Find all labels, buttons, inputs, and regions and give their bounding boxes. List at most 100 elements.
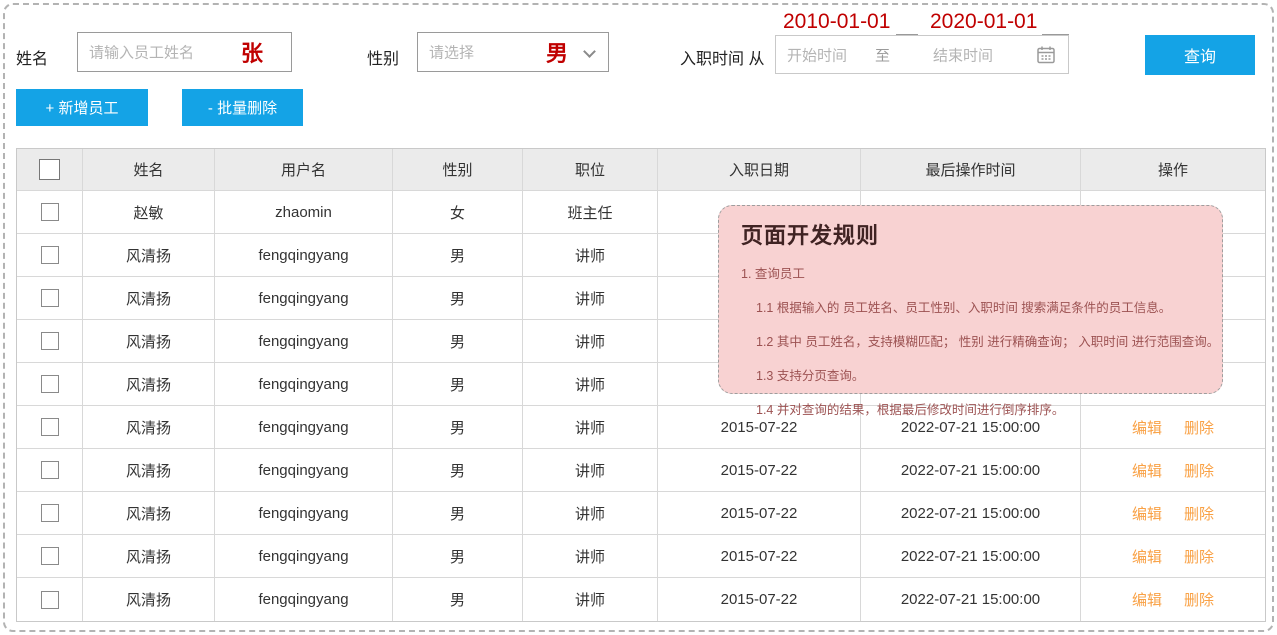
cell-username: zhaomin <box>215 191 393 234</box>
cell-position: 班主任 <box>523 191 658 234</box>
row-checkbox[interactable] <box>40 246 59 264</box>
cell-position: 讲师 <box>523 535 658 578</box>
delete-link[interactable]: 删除 <box>1184 417 1214 438</box>
select-all-checkbox[interactable] <box>39 159 60 180</box>
edit-link[interactable]: 编辑 <box>1132 546 1162 567</box>
cell-hire_date: 2015-07-22 <box>658 578 861 621</box>
name-input[interactable]: 请输入员工姓名 张 <box>77 32 292 72</box>
table-row: 风清扬 fengqingyang 男讲师 2015-07-22 2022-07-21 1… <box>17 449 1265 492</box>
chevron-down-icon <box>583 45 596 58</box>
cell-hire_date: 2015-07-22 <box>658 535 861 578</box>
cell-checkbox <box>17 277 83 320</box>
delete-link[interactable]: 删除 <box>1184 546 1214 567</box>
cell-actions: 编辑 删除 <box>1081 492 1265 535</box>
edit-link[interactable]: 编辑 <box>1132 503 1162 524</box>
gender-select-placeholder: 请选择 <box>429 44 475 62</box>
header-cell: 姓名 <box>83 149 215 191</box>
edit-link[interactable]: 编辑 <box>1132 460 1162 481</box>
cell-position: 讲师 <box>523 363 658 406</box>
hire-date-field-label: 入职时间 从 <box>680 51 765 68</box>
dev-rules-title: 页面开发规则 <box>741 223 880 248</box>
cell-hire_date: 2015-07-22 <box>658 492 861 535</box>
add-employee-button[interactable]: + 新增员工 <box>16 89 148 126</box>
cell-username: fengqingyang <box>215 406 393 449</box>
cell-gender: 男 <box>393 578 523 621</box>
hire-date-range-picker[interactable]: 开始时间 至 结束时间 <box>775 35 1069 74</box>
row-checkbox[interactable] <box>40 289 59 307</box>
delete-link[interactable]: 删除 <box>1184 503 1214 524</box>
cell-position: 讲师 <box>523 320 658 363</box>
cell-checkbox <box>17 578 83 621</box>
row-checkbox[interactable] <box>40 504 59 522</box>
cell-username: fengqingyang <box>215 363 393 406</box>
row-checkbox[interactable] <box>40 461 59 479</box>
cell-name: 风清扬 <box>83 363 215 406</box>
cell-position: 讲师 <box>523 492 658 535</box>
cell-gender: 男 <box>393 449 523 492</box>
name-input-placeholder: 请输入员工姓名 <box>89 44 195 62</box>
rule-item: 1.2 其中 员工姓名，支持模糊匹配； 性别 进行精确查询； 入职时间 进行范围… <box>756 335 1220 349</box>
cell-gender: 男 <box>393 492 523 535</box>
cell-last_op: 2022-07-21 15:00:00 <box>861 449 1081 492</box>
row-checkbox[interactable] <box>40 547 59 565</box>
cell-checkbox <box>17 320 83 363</box>
bulk-delete-button[interactable]: - 批量删除 <box>182 89 303 126</box>
edit-link[interactable]: 编辑 <box>1132 589 1162 610</box>
delete-link[interactable]: 删除 <box>1184 460 1214 481</box>
rule-item: 1. 查询员工 <box>741 267 805 281</box>
header-cell: 性别 <box>393 149 523 191</box>
cell-position: 讲师 <box>523 234 658 277</box>
cell-checkbox <box>17 191 83 234</box>
dev-rules-note: 页面开发规则 1. 查询员工 1.1 根据输入的 员工姓名、员工性别、入职时间 搜… <box>718 205 1223 417</box>
cell-hire_date: 2015-07-22 <box>658 449 861 492</box>
cell-checkbox <box>17 492 83 535</box>
row-checkbox[interactable] <box>40 332 59 350</box>
row-checkbox[interactable] <box>40 418 59 436</box>
rule-item: 1.3 支持分页查询。 <box>756 369 865 383</box>
cell-checkbox <box>17 449 83 492</box>
row-checkbox[interactable] <box>40 375 59 393</box>
cell-position: 讲师 <box>523 578 658 621</box>
header-cell: 职位 <box>523 149 658 191</box>
cell-position: 讲师 <box>523 277 658 320</box>
cell-checkbox <box>17 363 83 406</box>
edit-link[interactable]: 编辑 <box>1132 417 1162 438</box>
table-header-row: 姓名 用户名 性别 职位 入职日期 最后操作时间 操作 <box>17 149 1265 191</box>
start-date-placeholder: 开始时间 <box>787 47 848 64</box>
cell-gender: 男 <box>393 234 523 277</box>
cell-username: fengqingyang <box>215 535 393 578</box>
cell-name: 风清扬 <box>83 234 215 277</box>
employee-management-page: 姓名 请输入员工姓名 张 性别 请选择 男 入职时间 从 2010-01-01 … <box>3 3 1274 632</box>
cell-username: fengqingyang <box>215 234 393 277</box>
rule-item: 1.1 根据输入的 员工姓名、员工性别、入职时间 搜索满足条件的员工信息。 <box>756 301 1172 315</box>
row-checkbox[interactable] <box>40 590 59 609</box>
name-annotation-value: 张 <box>240 41 263 66</box>
cell-name: 风清扬 <box>83 320 215 363</box>
row-checkbox[interactable] <box>40 203 59 221</box>
cell-actions: 编辑 删除 <box>1081 449 1265 492</box>
gender-field-label: 性别 <box>367 51 400 68</box>
cell-username: fengqingyang <box>215 449 393 492</box>
cell-actions: 编辑 删除 <box>1081 578 1265 621</box>
cell-gender: 男 <box>393 406 523 449</box>
gender-annotation-value: 男 <box>545 41 568 66</box>
header-cell: 最后操作时间 <box>861 149 1081 191</box>
delete-link[interactable]: 删除 <box>1184 589 1214 610</box>
header-cell: 入职日期 <box>658 149 861 191</box>
cell-gender: 男 <box>393 277 523 320</box>
end-date-annotation: 2020-01-01 <box>930 10 1038 33</box>
search-button[interactable]: 查询 <box>1145 35 1255 75</box>
cell-position: 讲师 <box>523 406 658 449</box>
cell-name: 风清扬 <box>83 449 215 492</box>
cell-username: fengqingyang <box>215 320 393 363</box>
header-cell: 用户名 <box>215 149 393 191</box>
cell-last_op: 2022-07-21 15:00:00 <box>861 578 1081 621</box>
table-row: 风清扬 fengqingyang 男讲师 2015-07-22 2022-07-21 1… <box>17 535 1265 578</box>
cell-gender: 女 <box>393 191 523 234</box>
date-range-to-label: 至 <box>875 47 891 64</box>
cell-username: fengqingyang <box>215 578 393 621</box>
cell-actions: 编辑 删除 <box>1081 535 1265 578</box>
gender-select[interactable]: 请选择 男 <box>417 32 609 72</box>
header-cell-checkbox <box>17 149 83 191</box>
cell-checkbox <box>17 234 83 277</box>
